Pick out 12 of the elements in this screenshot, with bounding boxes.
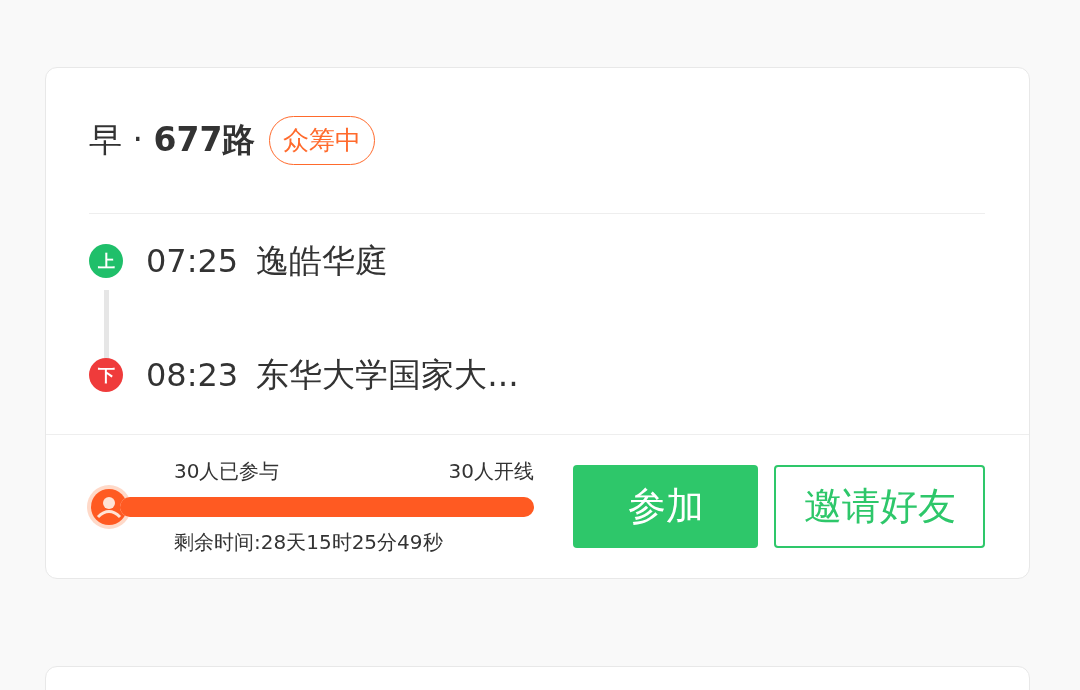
target-count: 30人开线: [448, 457, 534, 485]
stop-time: 07:25: [146, 242, 239, 280]
stop-time: 08:23: [146, 356, 239, 394]
join-button[interactable]: 参加: [573, 465, 758, 548]
stop-name: 东华大学国家大...: [256, 353, 519, 396]
joined-count: 30人已参与: [174, 457, 280, 485]
stop-badge: 上: [89, 244, 123, 278]
remaining-time: 剩余时间:28天15时25分49秒: [173, 528, 444, 556]
stop-badge: 下: [89, 358, 123, 392]
invite-button[interactable]: 邀请好友: [774, 465, 985, 548]
route-title: 早 · 677路: [89, 119, 256, 161]
stop-name: 逸皓华庭: [256, 239, 389, 282]
